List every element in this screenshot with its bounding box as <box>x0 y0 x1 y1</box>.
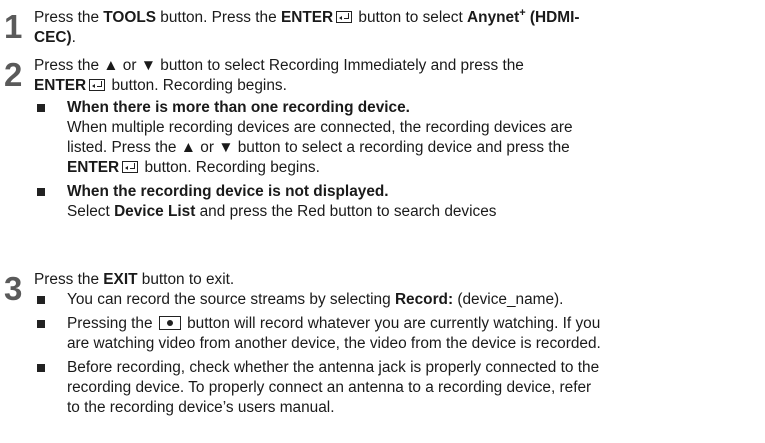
step-number: 2 <box>4 56 23 93</box>
enter-button-icon <box>336 11 353 23</box>
step-text: Press the TOOLS button. Press the ENTER … <box>34 6 580 46</box>
bullet-square-icon <box>37 320 45 328</box>
bullet-heading: When the recording device is not display… <box>67 183 389 200</box>
record-label: Record: <box>394 291 454 308</box>
instruction-page: 1 Press the TOOLS button. Press the ENTE… <box>0 0 765 443</box>
step-number: 3 <box>4 270 23 307</box>
step-text: Press the ▲ or ▼ button to select Record… <box>34 56 743 222</box>
bullet-item: Pressing the button will record whatever… <box>34 314 743 354</box>
enter-button-icon <box>122 161 139 173</box>
record-button-icon <box>158 316 181 330</box>
enter-label: ENTER <box>280 9 334 26</box>
device-list-label: Device List <box>114 203 196 220</box>
exit-label: EXIT <box>103 271 138 288</box>
bullet-item: When the recording device is not display… <box>34 182 743 222</box>
bullet-item: You can record the source streams by sel… <box>34 290 743 310</box>
step-text: Press the EXIT button to exit. You can r… <box>34 270 743 418</box>
anynet-label: Anynet <box>467 9 520 26</box>
enter-label: ENTER <box>67 159 120 176</box>
bullet-item: Before recording, check whether the ante… <box>34 358 743 418</box>
tools-label: TOOLS <box>103 9 157 26</box>
bullet-square-icon <box>37 296 45 304</box>
enter-label: ENTER <box>34 77 87 94</box>
bullet-square-icon <box>37 364 45 372</box>
enter-button-icon <box>89 79 106 91</box>
bullet-square-icon <box>37 104 45 112</box>
bullet-item: When there is more than one recording de… <box>34 98 743 178</box>
step-number: 1 <box>4 8 23 45</box>
bullet-heading: When there is more than one recording de… <box>67 99 410 116</box>
bullet-square-icon <box>37 188 45 196</box>
